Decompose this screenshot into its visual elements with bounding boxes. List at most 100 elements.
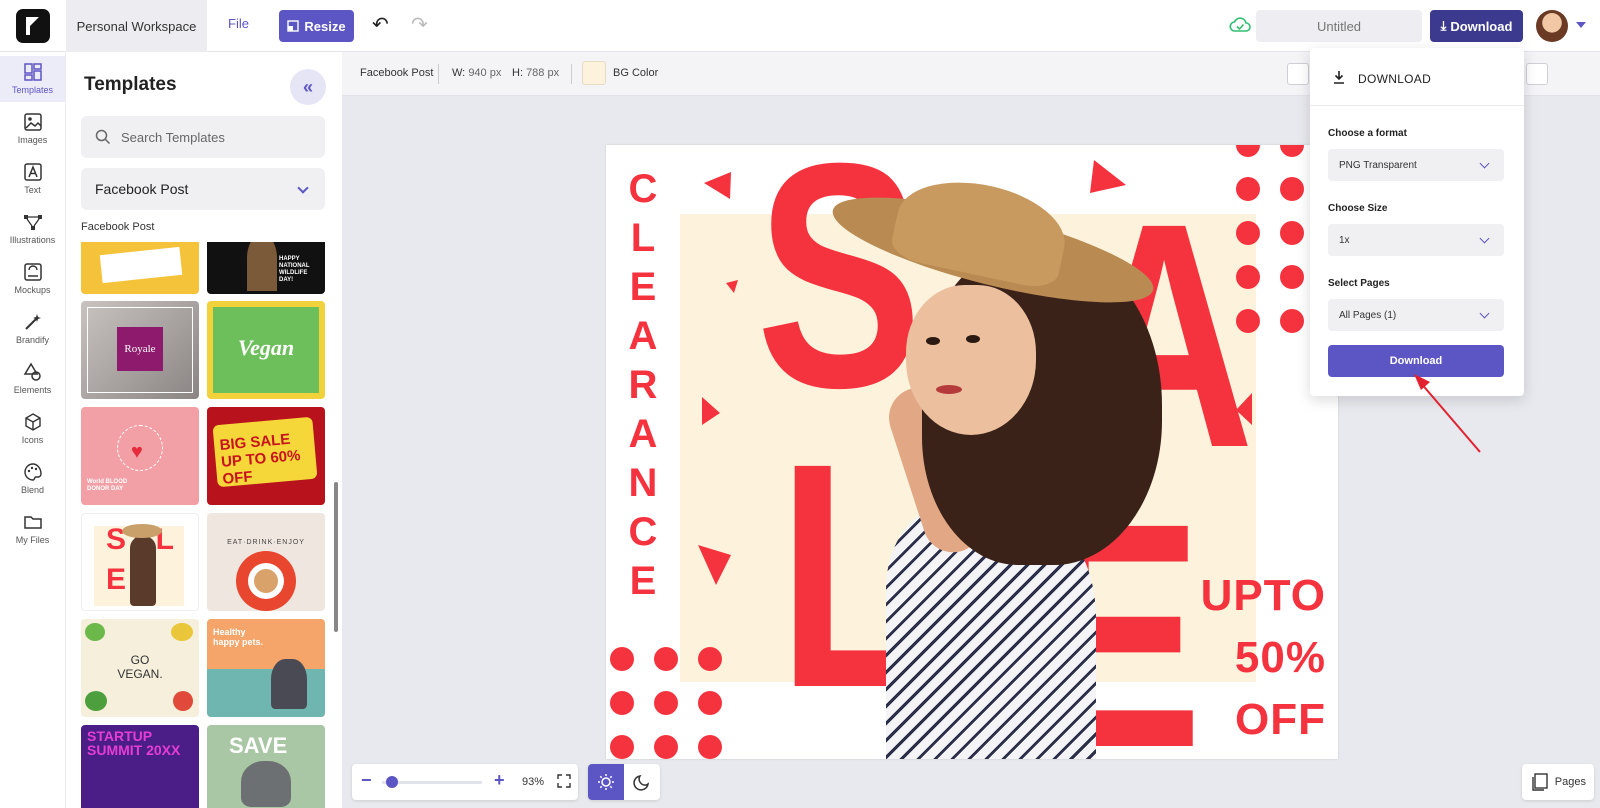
category-dropdown[interactable]: Facebook Post [81, 168, 325, 210]
template-thumbnail[interactable]: SALE [81, 513, 199, 611]
templates-icon [23, 63, 42, 81]
zoom-out-icon[interactable]: − [361, 770, 372, 791]
thumbnail-text: World BLOOD DONOR DAY [87, 479, 128, 492]
thumbnail-text: SAVE [229, 733, 288, 758]
rail-item-my-files[interactable]: My Files [0, 506, 65, 552]
download-panel: DOWNLOAD Choose a format PNG Transparent… [1310, 48, 1524, 396]
bg-color-swatch[interactable] [582, 61, 606, 85]
theme-toggle [588, 764, 660, 800]
width-value: 940 px [468, 67, 502, 79]
height-label: H: [512, 67, 523, 79]
format-select[interactable]: PNG Transparent [1328, 149, 1504, 181]
document-title-input[interactable] [1256, 10, 1422, 42]
rail-item-blend[interactable]: Blend [0, 456, 65, 502]
template-thumbnail[interactable]: Healthy happy pets. [207, 619, 325, 717]
download-header-label: DOWNLOAD [1358, 72, 1432, 86]
size-label: Choose Size [1328, 203, 1388, 214]
search-box [81, 116, 325, 158]
divider [571, 64, 572, 84]
thumbnail-text: Healthy happy pets. [213, 627, 264, 647]
thumbnail-text: STARTUP SUMMIT 20XX [87, 728, 181, 758]
magic-wand-icon [24, 314, 41, 330]
grid-icon[interactable] [1287, 63, 1309, 85]
file-menu-button[interactable]: File [228, 16, 249, 31]
template-thumbnail[interactable]: BIG SALE UP TO 60% OFF [207, 407, 325, 505]
width-field[interactable]: W: 940 px [452, 67, 501, 79]
artboard[interactable]: C L E A R A N C E S A L E UPTO 50% OFF [606, 145, 1338, 759]
search-input[interactable] [121, 116, 321, 158]
resize-button[interactable]: Resize [279, 10, 354, 42]
rail-item-icons[interactable]: Icons [0, 406, 65, 452]
chevron-down-icon [1479, 233, 1490, 244]
folder-icon [23, 516, 42, 529]
offer-line: UPTO [1200, 571, 1326, 620]
rail-label: My Files [15, 535, 50, 545]
rail-item-images[interactable]: Images [0, 106, 65, 152]
template-thumbnail[interactable]: SAVE [207, 725, 325, 808]
annotation-arrow-icon [1414, 374, 1481, 453]
rail-item-text[interactable]: Text [0, 156, 65, 202]
rail-label: Elements [13, 385, 52, 395]
pages-button[interactable]: Pages [1522, 764, 1594, 800]
template-thumbnail[interactable] [81, 242, 199, 294]
trash-icon[interactable] [1526, 63, 1548, 85]
zoom-value: 93% [522, 776, 545, 788]
category-value: Facebook Post [95, 181, 189, 197]
rail-item-templates[interactable]: Templates [0, 56, 65, 102]
zoom-in-icon[interactable]: + [494, 770, 505, 791]
chevron-down-icon [1479, 308, 1490, 319]
template-thumbnail[interactable]: GO VEGAN. [81, 619, 199, 717]
rail-item-mockups[interactable]: Mockups [0, 256, 65, 302]
template-grid: HAPPY NATIONAL WILDLIFE DAY! Royale Vega… [81, 242, 327, 808]
rail-item-brandify[interactable]: Brandify [0, 306, 65, 352]
cube-icon [24, 413, 41, 431]
app-logo[interactable] [16, 9, 50, 43]
template-thumbnail[interactable]: HAPPY NATIONAL WILDLIFE DAY! [207, 242, 325, 294]
zoom-slider-handle[interactable] [386, 776, 399, 788]
text-icon [23, 163, 42, 181]
collapse-panel-icon[interactable]: « [290, 69, 326, 105]
rail-item-illustrations[interactable]: Illustrations [0, 206, 65, 252]
offer-line: OFF [1235, 695, 1326, 744]
size-value: 1x [1339, 234, 1350, 246]
fullscreen-icon[interactable] [557, 774, 571, 788]
rail-label: Illustrations [9, 235, 56, 245]
rail-label: Images [17, 135, 48, 145]
offer-line: 50% [1234, 633, 1326, 682]
rail-label: Icons [21, 435, 44, 445]
template-thumbnail[interactable]: Royale [81, 301, 199, 399]
height-field[interactable]: H: 788 px [512, 67, 559, 79]
size-select[interactable]: 1x [1328, 224, 1504, 256]
offer-text: UPTO 50% OFF [1166, 565, 1326, 751]
avatar[interactable] [1536, 10, 1568, 42]
chevron-down-icon[interactable] [1576, 22, 1586, 28]
template-thumbnail[interactable]: EAT·DRINK·ENJOY [207, 513, 325, 611]
moon-icon[interactable] [624, 764, 660, 800]
resize-icon [287, 20, 300, 32]
undo-icon[interactable]: ↶ [372, 14, 389, 36]
template-thumbnail[interactable]: STARTUP SUMMIT 20XX [81, 725, 199, 808]
download-panel-header: DOWNLOAD [1310, 48, 1524, 106]
chevron-down-icon [1479, 158, 1490, 169]
thumbnail-text: GO VEGAN. [117, 653, 163, 681]
template-thumbnail[interactable]: ♥ World BLOOD DONOR DAY [81, 407, 199, 505]
width-label: W: [452, 67, 466, 79]
cloud-saved-icon [1229, 17, 1251, 32]
sun-icon[interactable] [588, 764, 624, 800]
rail-label: Blend [20, 485, 45, 495]
download-label: Download [1450, 18, 1513, 34]
template-thumbnail[interactable]: Vegan [207, 301, 325, 399]
rail-item-elements[interactable]: Elements [0, 356, 65, 402]
panel-scrollbar[interactable] [334, 482, 338, 632]
dot-grid-bottom-left [610, 647, 722, 759]
redo-icon[interactable]: ↷ [411, 14, 428, 36]
templates-panel: Templates « Facebook Post Facebook Post … [66, 52, 342, 808]
rail-label: Mockups [14, 285, 51, 295]
rail-label: Templates [11, 85, 54, 95]
pages-select[interactable]: All Pages (1) [1328, 299, 1504, 331]
download-button[interactable]: ⤓ Download [1430, 10, 1523, 42]
workspace-switcher[interactable]: Personal Workspace [66, 0, 207, 52]
thumbnail-text: EAT·DRINK·ENJOY [227, 539, 305, 546]
left-rail: Templates Images Text Illustrations Mock… [0, 52, 66, 808]
pages-icon [1532, 773, 1548, 791]
